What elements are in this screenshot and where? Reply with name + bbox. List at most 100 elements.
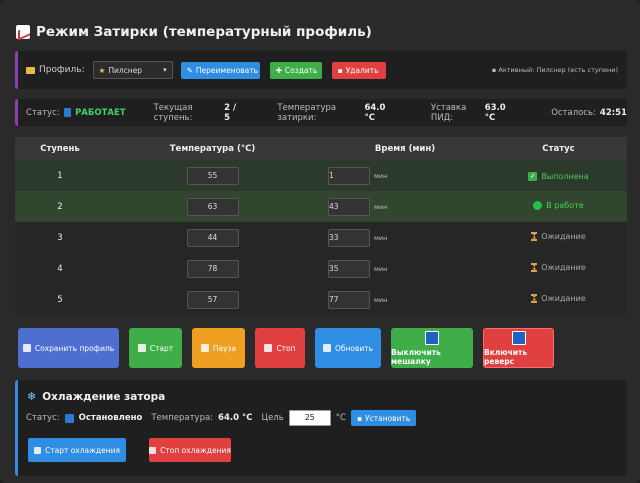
stop-cooling-button[interactable]: Стоп охлаждения	[149, 438, 231, 462]
active-profile-text: Активный: Пилснер (есть ступени)	[498, 66, 618, 74]
step-status: В работе	[533, 200, 584, 210]
time-input[interactable]: 77	[328, 290, 370, 309]
rewind-icon	[511, 330, 526, 345]
time-input[interactable]: 1	[328, 166, 370, 185]
reverse-on-label: Включить реверс	[484, 347, 528, 366]
page-title: Режим Затирки (температурный профиль)	[16, 24, 372, 40]
col-step: Ступень	[15, 137, 105, 160]
time-input[interactable]: 43	[328, 197, 370, 216]
mash-page: Режим Затирки (температурный профиль) Пр…	[0, 0, 640, 483]
chart-icon	[16, 25, 30, 39]
temp-input[interactable]: 55	[186, 166, 239, 185]
save-profile-button[interactable]: Сохранить профиль	[18, 328, 119, 368]
cooling-target-unit: °C	[335, 413, 346, 423]
step-status-text: Ожидание	[541, 293, 586, 303]
folder-icon	[26, 66, 35, 74]
play-icon	[137, 344, 146, 352]
plus-icon: ✚	[275, 65, 282, 75]
step-status: Ожидание	[531, 262, 586, 272]
refresh-icon	[322, 344, 331, 352]
hourglass-icon	[531, 231, 538, 241]
start-cooling-label: Старт охлаждения	[45, 445, 120, 455]
step-status-text: Ожидание	[541, 231, 586, 241]
remaining-label: Осталось:	[551, 107, 596, 118]
mash-temp-label: Температура затирки:	[277, 102, 337, 123]
save-icon	[22, 344, 31, 352]
green-circle-icon	[533, 200, 543, 210]
stop-label: Стоп	[276, 343, 296, 353]
pencil-icon: ✎	[186, 65, 193, 75]
chevron-down-icon: ▾	[163, 66, 167, 74]
temp-input[interactable]: 78	[186, 259, 239, 278]
cooling-target-label: Цель	[261, 413, 284, 423]
profile-select[interactable]: ★ Пилснер ▾	[92, 61, 173, 79]
time-input[interactable]: 33	[328, 228, 370, 247]
hourglass-icon	[531, 262, 538, 272]
time-unit: мин	[374, 233, 388, 242]
rename-button-label: Переименовать	[195, 65, 258, 75]
snowflake-icon: ❄	[27, 390, 37, 403]
refresh-label: Обновить	[334, 343, 374, 353]
set-target-button[interactable]: ▪ Установить	[350, 410, 417, 426]
time-unit: мин	[374, 202, 388, 211]
step-number: 1	[15, 160, 105, 191]
time-input[interactable]: 35	[328, 259, 370, 278]
step-status-text: Выполнена	[541, 171, 589, 181]
table-row: 5 57 77 мин Ожидание	[15, 284, 627, 315]
cooling-temp-value: 64.0 °C	[218, 413, 253, 423]
table-header: Ступень Температура (°C) Время (мин) Ста…	[15, 137, 627, 160]
status-value: РАБОТАЕТ	[75, 107, 126, 118]
cooling-title: ❄ Охлаждение затора	[27, 390, 165, 403]
step-status: Ожидание	[531, 293, 586, 303]
step-status-text: В работе	[546, 200, 584, 210]
steps-table: Ступень Температура (°C) Время (мин) Ста…	[15, 137, 627, 315]
col-time: Время (мин)	[320, 137, 490, 160]
set-target-label: Установить	[365, 413, 411, 423]
step-number: 2	[15, 191, 105, 222]
delete-button[interactable]: ▪ Удалить	[331, 61, 386, 79]
time-unit: мин	[374, 264, 388, 273]
rename-button[interactable]: ✎ Переименовать	[180, 61, 260, 79]
cooling-temp-label: Температура:	[151, 413, 214, 423]
fast-forward-icon	[425, 330, 439, 345]
pause-button[interactable]: Пауза	[192, 328, 245, 368]
temp-input[interactable]: 63	[186, 197, 239, 216]
step-number: 3	[15, 222, 105, 253]
step-number: 5	[15, 284, 105, 315]
profile-select-value: Пилснер	[108, 65, 143, 75]
save-icon: ▪	[356, 413, 363, 423]
stop-icon	[149, 446, 157, 454]
check-icon: ✓	[528, 171, 538, 181]
cooling-target-input[interactable]: 25	[288, 410, 331, 426]
reverse-on-button[interactable]: Включить реверс	[483, 328, 554, 368]
time-unit: мин	[374, 171, 388, 180]
trash-icon: ▪	[337, 65, 343, 75]
delete-button-label: Удалить	[345, 65, 379, 75]
play-icon	[34, 446, 41, 454]
page-title-text: Режим Затирки (температурный профиль)	[36, 24, 372, 40]
stop-button[interactable]: Стоп	[255, 328, 305, 368]
pause-icon	[200, 344, 209, 352]
cooling-status-value: Остановлено	[78, 413, 143, 423]
temp-input[interactable]: 57	[186, 290, 239, 309]
current-step-label: Текущая ступень:	[153, 102, 193, 123]
remaining-value: 42:51	[599, 107, 627, 118]
status-label: Статус:	[26, 107, 60, 118]
pid-setpoint-value: 63.0 °C	[484, 102, 506, 123]
refresh-button[interactable]: Обновить	[315, 328, 381, 368]
pid-setpoint-label: Уставка ПИД:	[430, 102, 467, 123]
table-row: 3 44 33 мин Ожидание	[15, 222, 627, 253]
col-temp: Температура (°C)	[105, 137, 320, 160]
start-cooling-button[interactable]: Старт охлаждения	[28, 438, 126, 462]
create-button[interactable]: ✚ Создать	[269, 61, 322, 79]
start-label: Старт	[149, 343, 174, 353]
temp-input[interactable]: 44	[186, 228, 239, 247]
hourglass-icon	[531, 293, 538, 303]
cooling-buttons: Старт охлаждения Стоп охлаждения	[28, 438, 231, 462]
mixer-off-button[interactable]: Выключить мешалку	[391, 328, 473, 368]
step-number: 4	[15, 253, 105, 284]
time-unit: мин	[374, 295, 388, 304]
start-button[interactable]: Старт	[129, 328, 182, 368]
stop-cooling-label: Стоп охлаждения	[160, 445, 231, 455]
star-icon: ★	[98, 65, 106, 75]
